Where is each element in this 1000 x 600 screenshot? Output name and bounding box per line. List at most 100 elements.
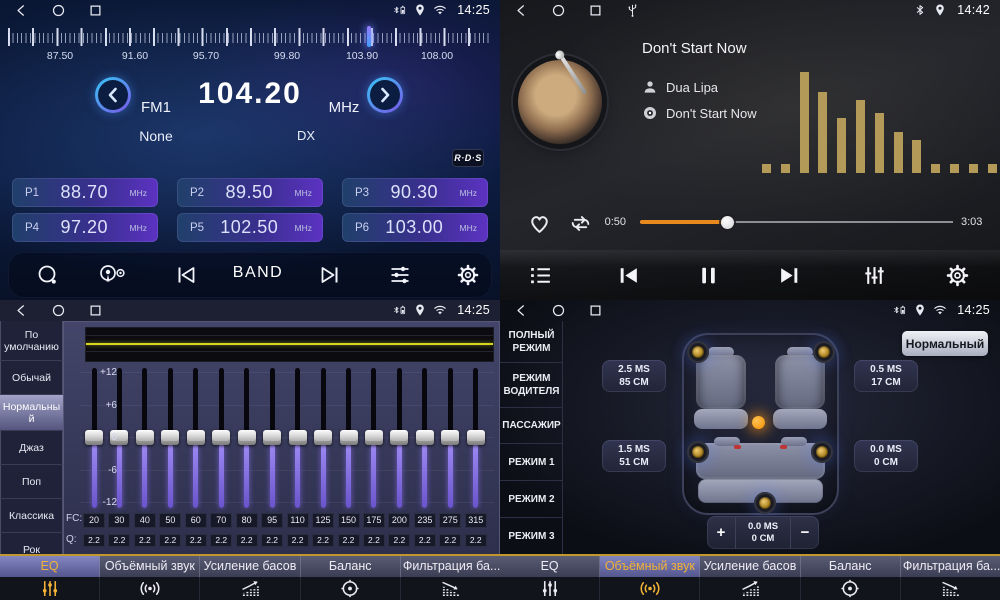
slider-knob[interactable] xyxy=(390,430,408,445)
eq-band-slider[interactable] xyxy=(412,368,438,508)
settings-gear-icon[interactable] xyxy=(945,263,970,288)
tuning-indicator[interactable] xyxy=(367,26,371,47)
fc-value-chip[interactable]: 275 xyxy=(439,513,461,528)
home-icon[interactable] xyxy=(551,303,566,318)
band-button[interactable]: BAND xyxy=(226,264,290,282)
fc-value-chip[interactable]: 60 xyxy=(185,513,207,528)
listening-mode-item[interactable]: РЕЖИМ ВОДИТЕЛЯ xyxy=(500,363,563,408)
tab-surround[interactable]: Объёмный звук xyxy=(600,556,700,577)
listening-mode-item[interactable]: РЕЖИМ 1 xyxy=(500,444,563,481)
q-value-chip[interactable]: 2.2 xyxy=(236,534,258,547)
tab-bass-cell[interactable] xyxy=(700,577,800,600)
filter-tab-icon[interactable] xyxy=(938,578,962,599)
listening-position-dot[interactable] xyxy=(752,416,765,429)
eq-preset-item[interactable]: Джаз xyxy=(0,431,63,465)
slider-knob[interactable] xyxy=(263,430,281,445)
pause-icon[interactable] xyxy=(696,263,721,288)
recents-icon[interactable] xyxy=(88,303,103,318)
sound-profile-button[interactable]: Нормальный xyxy=(902,331,988,356)
balance-tab-icon[interactable] xyxy=(338,578,362,599)
back-icon[interactable] xyxy=(514,303,529,318)
q-value-chip[interactable]: 2.2 xyxy=(210,534,232,547)
q-value-chip[interactable]: 2.2 xyxy=(287,534,309,547)
fc-value-chip[interactable]: 110 xyxy=(287,513,309,528)
fc-value-chip[interactable]: 40 xyxy=(134,513,156,528)
tab-balance-cell[interactable] xyxy=(301,577,401,600)
back-icon[interactable] xyxy=(514,3,529,18)
preset-button-p3[interactable]: P390.30MHz xyxy=(342,178,488,207)
listening-mode-item[interactable]: ПАССАЖИР xyxy=(500,408,563,444)
q-value-chip[interactable]: 2.2 xyxy=(185,534,207,547)
tab-surround[interactable]: Объёмный звук xyxy=(100,556,200,577)
tab-filter-cell[interactable] xyxy=(901,577,1000,600)
eq-band-slider[interactable] xyxy=(336,368,362,508)
preset-button-p2[interactable]: P289.50MHz xyxy=(177,178,323,207)
balance-tab-icon[interactable] xyxy=(838,578,862,599)
surround-tab-icon[interactable] xyxy=(138,578,162,599)
tab-filter[interactable]: Фильтрация ба... xyxy=(401,556,500,577)
fc-value-chip[interactable]: 95 xyxy=(261,513,283,528)
slider-knob[interactable] xyxy=(136,430,154,445)
home-icon[interactable] xyxy=(51,303,66,318)
tab-eq-cell[interactable] xyxy=(0,577,100,600)
q-value-chip[interactable]: 2.2 xyxy=(338,534,360,547)
playlist-icon[interactable] xyxy=(528,263,553,288)
tab-bass-cell[interactable] xyxy=(200,577,300,600)
preset-button-p4[interactable]: P497.20MHz xyxy=(12,213,158,242)
fc-value-chip[interactable]: 50 xyxy=(159,513,181,528)
back-icon[interactable] xyxy=(14,3,29,18)
eq-band-slider[interactable] xyxy=(208,368,234,508)
recents-icon[interactable] xyxy=(588,303,603,318)
preset-button-p1[interactable]: P188.70MHz xyxy=(12,178,158,207)
station-search-icon[interactable] xyxy=(36,263,60,287)
preset-button-p5[interactable]: P5102.50MHz xyxy=(177,213,323,242)
slider-knob[interactable] xyxy=(365,430,383,445)
recents-icon[interactable] xyxy=(88,3,103,18)
q-value-chip[interactable]: 2.2 xyxy=(363,534,385,547)
eq-band-slider[interactable] xyxy=(234,368,260,508)
eq-band-slider[interactable] xyxy=(285,368,311,508)
frequency-dial[interactable]: 87.5091.6095.7099.80103.90108.00 xyxy=(8,28,492,66)
rear-left-delay[interactable]: 1.5 MS 51 CM xyxy=(602,440,666,472)
back-icon[interactable] xyxy=(14,303,29,318)
tab-balance-cell[interactable] xyxy=(801,577,901,600)
listening-mode-item[interactable]: ПОЛНЫЙ РЕЖИМ xyxy=(500,321,563,363)
slider-knob[interactable] xyxy=(416,430,434,445)
next-station-icon[interactable] xyxy=(318,263,342,287)
filter-tab-icon[interactable] xyxy=(438,578,462,599)
fc-value-chip[interactable]: 235 xyxy=(414,513,436,528)
eq-band-slider[interactable] xyxy=(183,368,209,508)
tab-eq[interactable]: EQ xyxy=(0,556,100,577)
slider-knob[interactable] xyxy=(161,430,179,445)
seek-down-button[interactable] xyxy=(95,77,131,113)
eq-band-slider[interactable] xyxy=(437,368,463,508)
listening-mode-item[interactable]: РЕЖИМ 3 xyxy=(500,518,563,555)
slider-knob[interactable] xyxy=(340,430,358,445)
eq-preset-item[interactable]: По умолчанию xyxy=(0,321,63,361)
fc-value-chip[interactable]: 70 xyxy=(210,513,232,528)
eq-band-slider[interactable] xyxy=(463,368,489,508)
preset-button-p6[interactable]: P6103.00MHz xyxy=(342,213,488,242)
slider-knob[interactable] xyxy=(238,430,256,445)
eq-preset-item[interactable]: Поп xyxy=(0,465,63,499)
eq-band-slider[interactable] xyxy=(310,368,336,508)
seek-up-button[interactable] xyxy=(367,77,403,113)
eq-preset-item[interactable]: Классика xyxy=(0,499,63,533)
q-value-chip[interactable]: 2.2 xyxy=(108,534,130,547)
q-value-chip[interactable]: 2.2 xyxy=(414,534,436,547)
front-left-delay[interactable]: 2.5 MS 85 CM xyxy=(602,360,666,392)
q-value-chip[interactable]: 2.2 xyxy=(312,534,334,547)
fc-value-chip[interactable]: 30 xyxy=(108,513,130,528)
slider-knob[interactable] xyxy=(441,430,459,445)
tab-bass[interactable]: Усиление басов xyxy=(200,556,300,577)
eq-band-slider[interactable] xyxy=(259,368,285,508)
fc-value-chip[interactable]: 125 xyxy=(312,513,334,528)
auto-scan-icon[interactable] xyxy=(98,263,126,287)
eq-tab-icon[interactable] xyxy=(538,578,562,599)
audio-settings-icon[interactable] xyxy=(388,263,412,287)
q-value-chip[interactable]: 2.2 xyxy=(83,534,105,547)
fc-value-chip[interactable]: 175 xyxy=(363,513,385,528)
fc-value-chip[interactable]: 20 xyxy=(83,513,105,528)
tab-surround-cell[interactable] xyxy=(600,577,700,600)
slider-knob[interactable] xyxy=(314,430,332,445)
